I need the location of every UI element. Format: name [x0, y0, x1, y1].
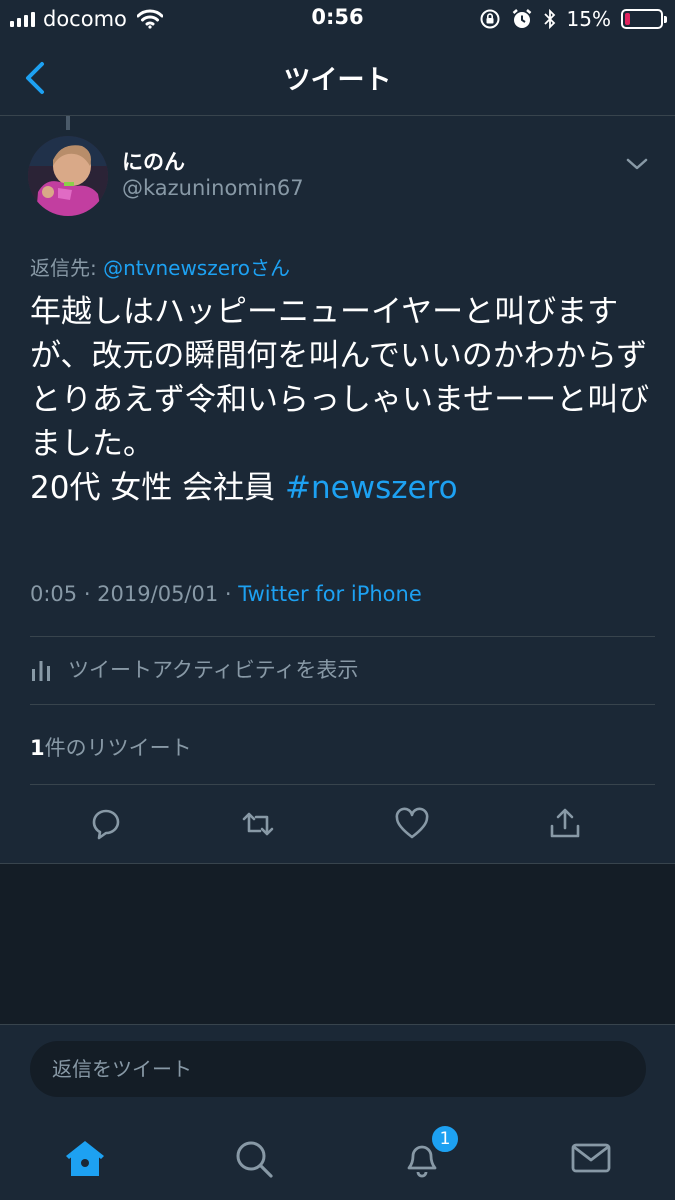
- status-bar: docomo 0:56 15%: [0, 0, 675, 38]
- bar-chart-icon: [32, 661, 50, 681]
- app: docomo 0:56 15% ツイート にのん @kazuninomin67 …: [0, 0, 675, 1200]
- reply-mention-link[interactable]: @ntvnewszeroさん: [103, 256, 290, 280]
- retweet-icon[interactable]: [238, 804, 278, 844]
- tweet-meta: 0:05 · 2019/05/01 · Twitter for iPhone: [30, 582, 422, 606]
- reply-prefix: 返信先:: [30, 256, 104, 280]
- retweet-count-link[interactable]: 1件のリツイート: [30, 732, 192, 762]
- battery-fill: [625, 13, 630, 25]
- alarm-icon: [512, 9, 531, 28]
- reply-context: 返信先: @ntvnewszeroさん: [30, 252, 290, 281]
- avatar[interactable]: [28, 136, 108, 216]
- bluetooth-icon: [543, 8, 555, 30]
- reply-bar: 返信をツイート: [0, 1024, 675, 1110]
- tab-bar: 1: [0, 1110, 675, 1200]
- display-name[interactable]: にのん: [122, 146, 185, 176]
- divider: [30, 636, 655, 637]
- thread-line: [66, 116, 70, 130]
- chevron-down-icon[interactable]: [625, 154, 649, 174]
- home-icon[interactable]: [63, 1136, 107, 1180]
- divider: [30, 704, 655, 705]
- messages-icon[interactable]: [569, 1136, 613, 1180]
- search-icon[interactable]: [231, 1136, 275, 1180]
- page-title: ツイート: [283, 65, 392, 96]
- reply-input[interactable]: 返信をツイート: [30, 1041, 646, 1097]
- tweet-activity-link[interactable]: ツイートアクティビティを表示: [30, 654, 358, 684]
- hashtag-link[interactable]: #newszero: [285, 470, 458, 506]
- tweet-source-link[interactable]: Twitter for iPhone: [238, 582, 422, 606]
- tweet-actions: [0, 804, 675, 844]
- retweet-count: 1: [30, 736, 45, 760]
- avatar-image: [28, 136, 108, 216]
- reply-icon[interactable]: [86, 804, 126, 844]
- tweet-timestamp: 0:05 · 2019/05/01 ·: [30, 582, 239, 606]
- tweet-detail: にのん @kazuninomin67 返信先: @ntvnewszeroさん 年…: [0, 116, 675, 864]
- battery-percent: 15%: [566, 7, 611, 31]
- retweet-label: 件のリツイート: [44, 736, 192, 760]
- battery-icon: [621, 9, 667, 29]
- status-right: 15%: [479, 6, 667, 32]
- share-icon[interactable]: [545, 804, 585, 844]
- tweet-text: 年越しはハッピーニューイヤーと叫びますが、改元の瞬間何を叫んでいいのかわからずと…: [30, 290, 655, 510]
- notification-badge: 1: [430, 1124, 460, 1154]
- nav-bar: ツイート: [0, 38, 675, 116]
- lock-rotation-icon: [480, 9, 500, 29]
- user-handle[interactable]: @kazuninomin67: [122, 176, 304, 200]
- like-icon[interactable]: [392, 804, 432, 844]
- tweet-activity-label: ツイートアクティビティを表示: [68, 658, 359, 682]
- divider: [30, 784, 655, 785]
